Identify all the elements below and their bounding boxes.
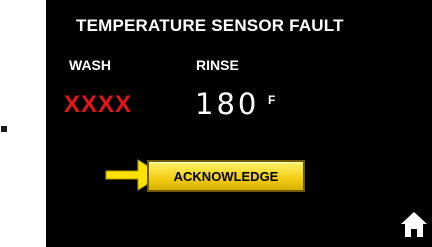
fault-title: TEMPERATURE SENSOR FAULT xyxy=(76,16,344,35)
rinse-temperature-unit: F xyxy=(268,93,276,107)
rinse-temperature-value: 180 xyxy=(195,87,260,121)
home-icon[interactable] xyxy=(400,210,428,238)
controller-screen: TEMPERATURE SENSOR FAULT WASH RINSE XXXX… xyxy=(46,0,432,247)
wash-label: WASH xyxy=(69,57,111,73)
panel-photo: TEMPERATURE SENSOR FAULT WASH RINSE XXXX… xyxy=(0,0,432,247)
wash-temperature-value: XXXX xyxy=(64,91,133,118)
acknowledge-button[interactable]: ACKNOWLEDGE xyxy=(147,160,305,192)
bezel-mark xyxy=(1,126,7,132)
rinse-label: RINSE xyxy=(196,57,239,73)
